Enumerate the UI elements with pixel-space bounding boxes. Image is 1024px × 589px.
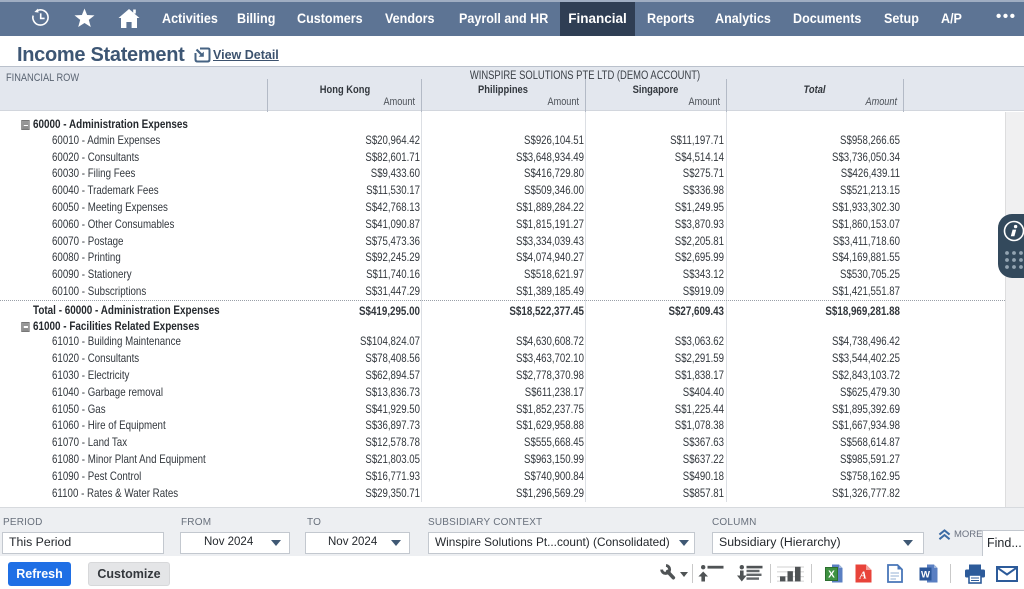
svg-text:X: X — [828, 570, 835, 581]
svg-text:W: W — [921, 570, 930, 581]
svg-text:A: A — [858, 570, 866, 582]
